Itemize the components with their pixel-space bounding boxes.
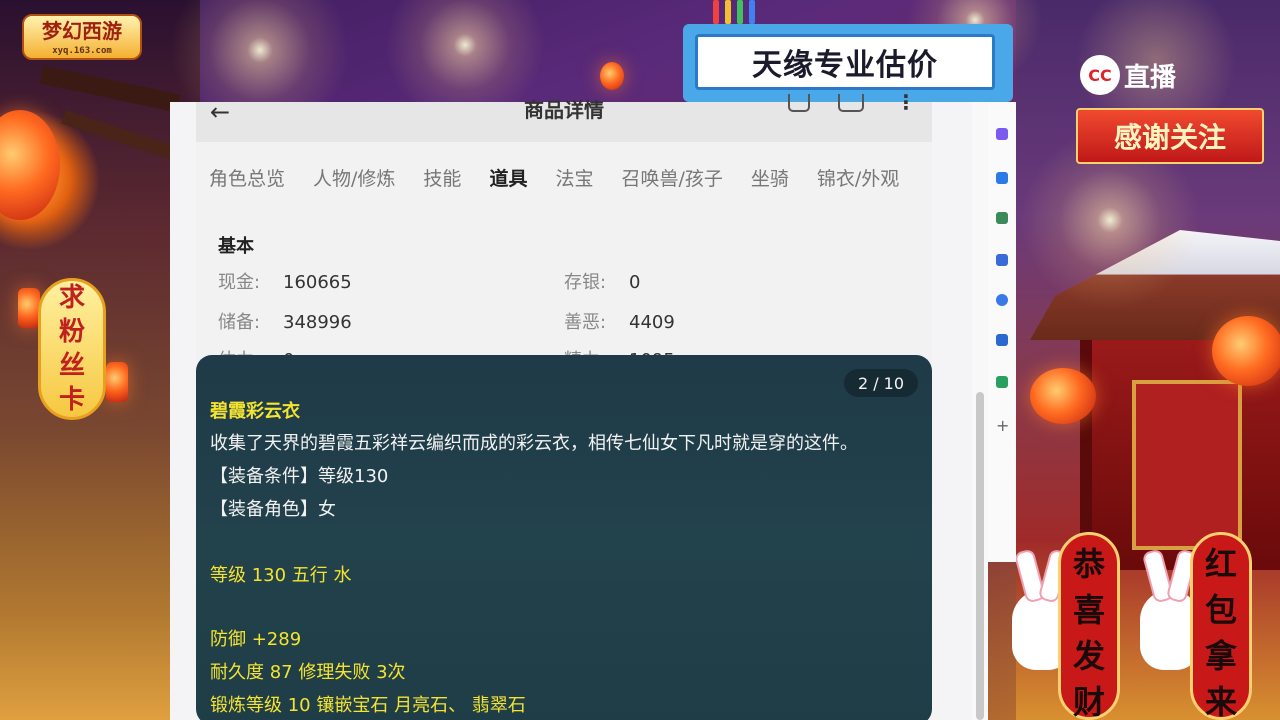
outlook-icon[interactable]	[996, 334, 1008, 346]
fan-card-char: 粉	[58, 317, 85, 347]
live-platform-label: 直播	[1124, 62, 1177, 93]
lantern-decoration	[106, 362, 128, 402]
tree-icon[interactable]	[996, 376, 1008, 388]
couplet-left: 恭 喜 发 财	[1058, 532, 1120, 720]
field-cash: 现金: 160665	[218, 268, 352, 294]
scrollbar[interactable]	[972, 102, 988, 720]
cc-logo-icon: CC	[1080, 55, 1120, 95]
live-platform-badge: CC 直播	[1080, 52, 1240, 98]
lantern-decoration	[1212, 316, 1280, 386]
red-door-decoration	[1132, 380, 1242, 550]
tab-skills[interactable]: 技能	[423, 164, 461, 204]
couplet-char: 包	[1204, 591, 1237, 629]
roof-beam	[39, 65, 181, 113]
tab-mounts[interactable]: 坐骑	[751, 164, 789, 204]
section-title-basic: 基本	[218, 236, 254, 257]
field-label: 善恶:	[564, 312, 607, 333]
item-durability: 耐久度 87 修理失败 3次	[210, 662, 406, 683]
item-defense: 防御 +289	[210, 629, 302, 650]
tab-overview[interactable]: 角色总览	[209, 164, 285, 204]
tab-treasure[interactable]: 法宝	[555, 164, 593, 204]
fan-card-char: 卡	[58, 385, 85, 415]
tab-outfits[interactable]: 锦衣/外观	[817, 164, 899, 204]
field-value: 348996	[283, 312, 352, 333]
field-value: 4409	[629, 312, 675, 333]
item-forge: 锻炼等级 10 镶嵌宝石 月亮石、 翡翠石	[210, 695, 526, 716]
valuation-banner: 天缘专业估价	[683, 0, 1013, 102]
field-deposit: 存银: 0	[564, 268, 640, 294]
couplet-char: 发	[1072, 637, 1105, 675]
thanks-banner: 感谢关注	[1076, 108, 1264, 164]
item-name: 碧霞彩云衣	[210, 401, 300, 422]
couplet-char: 红	[1204, 545, 1237, 583]
copilot-icon[interactable]	[996, 128, 1008, 140]
tab-character[interactable]: 人物/修炼	[313, 164, 395, 204]
add-icon[interactable]: +	[996, 418, 1009, 434]
game-logo-url: xyq.163.com	[52, 46, 112, 56]
field-reserve: 储备: 348996	[218, 308, 352, 334]
color-bars-decoration	[713, 0, 755, 24]
item-equip-role: 【装备角色】女	[210, 499, 336, 520]
category-tabs: 角色总览 人物/修炼 技能 道具 法宝 召唤兽/孩子 坐骑 锦衣/外观	[196, 164, 932, 204]
people-icon[interactable]	[996, 254, 1008, 266]
lantern-decoration	[600, 62, 624, 90]
share-icon[interactable]	[788, 94, 810, 112]
field-karma: 善恶: 4409	[564, 308, 675, 334]
fan-card-badge: 求 粉 丝 卡	[38, 278, 106, 420]
couplet-char: 财	[1072, 683, 1105, 720]
fan-card-char: 求	[58, 283, 85, 313]
field-value: 0	[629, 272, 641, 293]
lantern-decoration	[18, 288, 40, 328]
couplet-right: 红 包 拿 来	[1190, 532, 1252, 720]
tab-pets[interactable]: 召唤兽/孩子	[621, 164, 722, 204]
couplet-char: 喜	[1072, 591, 1105, 629]
lantern-decoration	[1030, 368, 1096, 424]
game-logo-text: 梦幻西游	[42, 19, 122, 43]
tag-icon[interactable]	[996, 172, 1008, 184]
office-icon[interactable]	[996, 294, 1008, 306]
valuation-banner-text: 天缘专业估价	[695, 34, 995, 90]
field-label: 现金:	[218, 272, 261, 293]
page-title: 商品详情	[524, 98, 604, 122]
field-label: 储备:	[218, 312, 261, 333]
item-level-element: 等级 130 五行 水	[210, 565, 352, 586]
field-label: 存银:	[564, 272, 607, 293]
tab-items[interactable]: 道具	[489, 164, 527, 204]
more-menu-icon[interactable]: ⋮	[896, 92, 916, 112]
fan-card-char: 丝	[58, 351, 85, 381]
item-tooltip: 2 / 10 碧霞彩云衣 收集了天界的碧霞五彩祥云编织而成的彩云衣，相传七仙女下…	[196, 355, 932, 720]
tooltip-pager[interactable]: 2 / 10	[844, 369, 918, 397]
collect-icon[interactable]	[838, 94, 864, 112]
couplet-char: 来	[1204, 683, 1237, 720]
item-equip-condition: 【装备条件】等级130	[210, 466, 389, 487]
item-description: 收集了天界的碧霞五彩祥云编织而成的彩云衣，相传七仙女下凡时就是穿的这件。	[210, 433, 858, 454]
side-toolbar: +	[988, 102, 1016, 562]
couplet-char: 拿	[1204, 637, 1237, 675]
briefcase-icon[interactable]	[996, 212, 1008, 224]
couplet-char: 恭	[1072, 545, 1105, 583]
scrollbar-thumb[interactable]	[976, 392, 984, 720]
top-nav-bar: ← 商品详情 ⋮	[196, 92, 932, 142]
field-value: 160665	[283, 272, 352, 293]
game-logo: 梦幻西游 xyq.163.com	[22, 14, 142, 60]
